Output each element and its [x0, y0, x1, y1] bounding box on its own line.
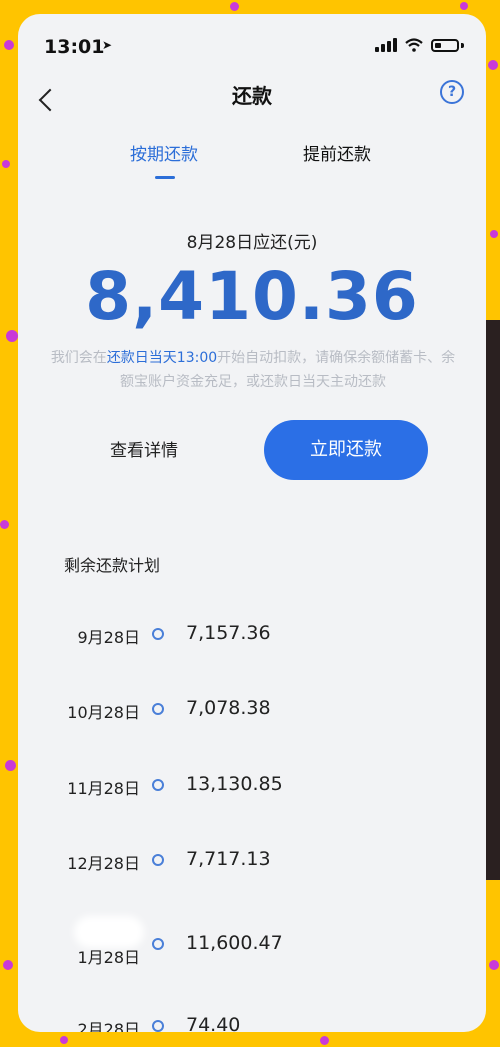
- wifi-icon: [405, 38, 423, 52]
- page-title: 还款: [232, 84, 272, 108]
- decor-dot: [4, 40, 14, 50]
- decor-dot: [460, 2, 468, 10]
- decor-dot: [488, 60, 498, 70]
- decor-dot: [320, 1036, 329, 1045]
- plan-row: 2月28日 74.40: [18, 1014, 486, 1032]
- active-tab-indicator: [155, 176, 175, 179]
- decor-dot: [230, 2, 239, 11]
- plan-date: 12月28日: [67, 854, 140, 873]
- phone-screen: 13:01 ➤ 还款 ? 按期还款 提前还款 8月28日应还(元) 8,410.…: [18, 14, 486, 1032]
- due-amount: 8,410.36: [85, 258, 419, 335]
- tab-early-repayment[interactable]: 提前还款: [303, 140, 371, 165]
- plan-amount: 7,078.38: [186, 697, 271, 719]
- plan-date: 11月28日: [67, 779, 140, 798]
- plan-row: 9月28日 7,157.36: [18, 622, 486, 652]
- status-bar: 13:01 ➤: [18, 14, 486, 72]
- timeline-dot-icon: [152, 703, 164, 715]
- signal-icon: [375, 38, 397, 52]
- timeline-dot-icon: [152, 628, 164, 640]
- pay-now-button[interactable]: 立即还款: [264, 420, 428, 480]
- plan-row: 1月28日 11,600.47: [18, 932, 486, 967]
- autopay-notice: 我们会在还款日当天13:00开始自动扣款，请确保余额储蓄卡、余额宝账户资金充足，…: [48, 346, 458, 394]
- plan-date: 10月28日: [67, 703, 140, 722]
- status-icons: [375, 38, 464, 52]
- plan-amount: 74.40: [186, 1014, 241, 1032]
- decor-dot: [490, 230, 498, 238]
- battery-icon: [431, 38, 459, 52]
- plan-row: 11月28日 13,130.85: [18, 773, 486, 803]
- plan-amount: 11,600.47: [186, 932, 283, 954]
- notice-highlight: 还款日当天13:00: [106, 350, 218, 366]
- decor-dot: [489, 960, 499, 970]
- decor-dot: [2, 160, 10, 168]
- plan-row: 12月28日 7,717.13: [18, 848, 486, 878]
- location-arrow-icon: ➤: [102, 38, 113, 52]
- plan-amount: 7,717.13: [186, 848, 271, 870]
- help-icon[interactable]: ?: [440, 80, 464, 104]
- background-edge: [486, 320, 500, 880]
- decor-dot: [6, 330, 18, 342]
- plan-title: 剩余还款计划: [64, 556, 161, 575]
- plan-row: 10月28日 7,078.38: [18, 697, 486, 727]
- timeline-dot-icon: [152, 779, 164, 791]
- plan-amount: 13,130.85: [186, 773, 283, 795]
- decor-dot: [3, 960, 13, 970]
- tab-scheduled-repayment[interactable]: 按期还款: [130, 140, 198, 165]
- battery-tip-icon: [461, 42, 464, 48]
- nav-bar: 还款 ?: [18, 72, 486, 128]
- status-time: 13:01: [44, 36, 105, 58]
- plan-date: 9月28日: [77, 628, 140, 647]
- notice-prefix: 我们会在: [50, 350, 107, 366]
- view-details-button[interactable]: 查看详情: [110, 436, 178, 461]
- timeline-dot-icon: [152, 938, 164, 950]
- plan-amount: 7,157.36: [186, 622, 271, 644]
- decor-dot: [5, 760, 16, 771]
- decor-dot: [0, 520, 9, 529]
- timeline-dot-icon: [152, 1020, 164, 1032]
- decor-dot: [60, 1036, 68, 1044]
- due-label: 8月28日应还(元): [186, 233, 318, 253]
- plan-date: 2月28日: [77, 1020, 140, 1032]
- timeline-dot-icon: [152, 854, 164, 866]
- plan-date: 1月28日: [77, 948, 140, 967]
